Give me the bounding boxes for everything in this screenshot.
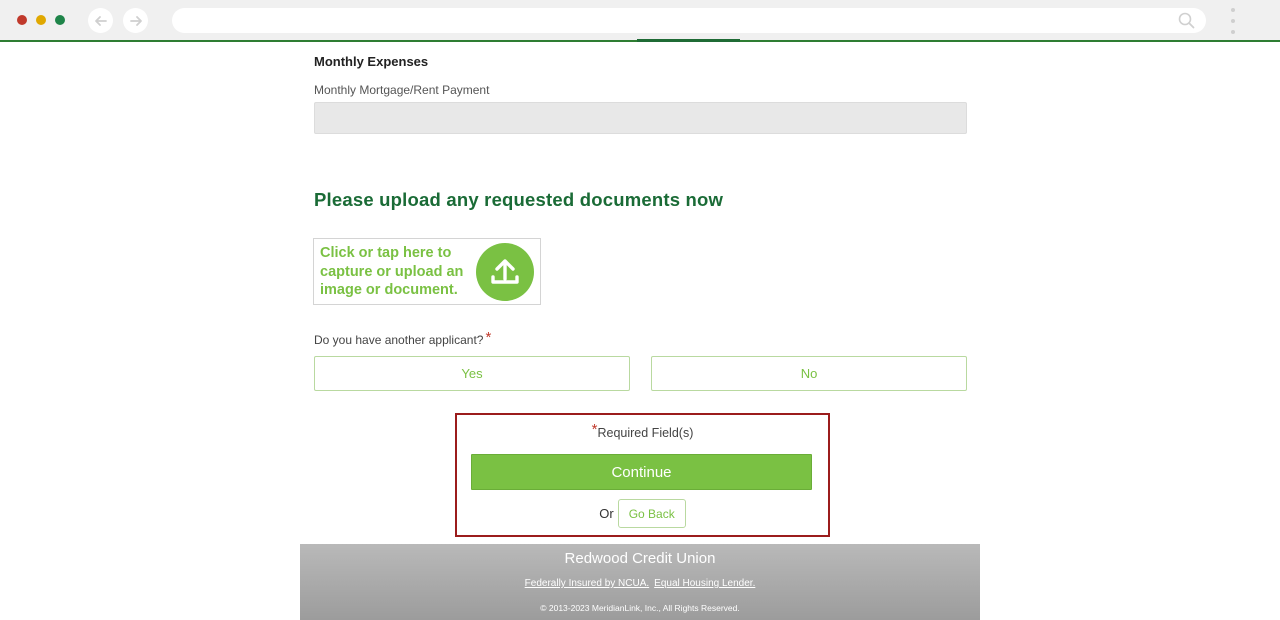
browser-toolbar (0, 0, 1280, 42)
window-minimize-dot[interactable] (36, 15, 46, 25)
forward-button[interactable] (123, 8, 148, 33)
required-fields-note: *Required Field(s) (457, 421, 828, 441)
applicant-yes-button[interactable]: Yes (314, 356, 630, 391)
upload-instructions: Click or tap here to capture or upload a… (320, 245, 464, 298)
footer-title: Redwood Credit Union (564, 550, 716, 567)
another-applicant-question: Do you have another applicant? * (314, 329, 491, 350)
applicant-no-button[interactable]: No (651, 356, 967, 391)
required-asterisk: * (485, 329, 492, 346)
actions-panel: *Required Field(s) Continue Or Go Back (455, 413, 830, 537)
arrow-left-icon (94, 15, 107, 26)
equal-housing-link[interactable]: Equal Housing Lender. (654, 578, 755, 589)
back-button[interactable] (88, 8, 113, 33)
window-maximize-dot[interactable] (55, 15, 65, 25)
address-bar[interactable] (172, 8, 1206, 33)
go-back-button[interactable]: Go Back (617, 499, 686, 528)
monthly-expenses-heading: Monthly Expenses (314, 54, 429, 69)
footer-links: Federally Insured by NCUA. Equal Housing… (300, 578, 980, 589)
ncua-link[interactable]: Federally Insured by NCUA. (525, 578, 650, 589)
arrow-right-icon (129, 15, 142, 26)
progress-indicator (637, 39, 740, 42)
go-back-row: Or Go Back (457, 499, 828, 528)
or-label: Or (599, 506, 614, 521)
document-upload-button[interactable]: Click or tap here to capture or upload a… (313, 238, 541, 305)
mortgage-rent-input[interactable] (314, 102, 967, 134)
window-close-dot[interactable] (17, 15, 27, 25)
required-fields-label: Required Field(s) (597, 426, 694, 440)
upload-documents-heading: Please upload any requested documents no… (314, 189, 724, 210)
search-icon[interactable] (1178, 12, 1195, 34)
footer-copyright: © 2013-2023 MeridianLink, Inc., All Righ… (540, 603, 740, 613)
continue-button[interactable]: Continue (471, 454, 812, 490)
another-applicant-label: Do you have another applicant? (314, 333, 484, 347)
upload-icon (476, 243, 534, 301)
site-footer: Redwood Credit Union Federally Insured b… (300, 544, 980, 620)
required-asterisk: * (591, 421, 598, 438)
mortgage-rent-label: Monthly Mortgage/Rent Payment (314, 83, 490, 97)
browser-menu-icon[interactable] (1228, 8, 1238, 34)
